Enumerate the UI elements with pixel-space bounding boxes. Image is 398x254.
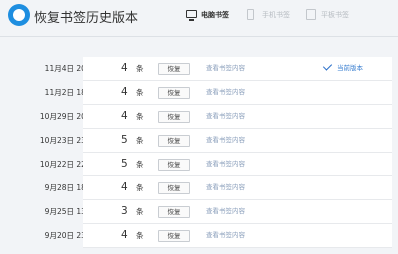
version-card: 4 条 恢复 查看书签内容 [83,80,392,105]
view-bookmarks-link[interactable]: 查看书签内容 [206,176,245,200]
view-bookmarks-link[interactable]: 查看书签内容 [206,200,245,224]
version-row: 10月22日 22:35 5 条 恢复 查看书签内容 [0,152,398,177]
bookmark-count: 4 [121,85,128,98]
tab-computer-bookmarks[interactable]: 电脑书签 [186,8,229,22]
restore-button[interactable]: 恢复 [158,230,190,243]
count-unit: 条 [136,183,144,193]
version-card: 5 条 恢复 查看书签内容 [83,152,392,177]
version-list: 11月4日 20:52 4 条 恢复 查看书签内容 当前版本 11月2日 18:… [0,57,398,249]
bookmark-count: 5 [121,157,128,170]
tablet-icon [306,9,316,20]
count-unit: 条 [136,135,144,145]
version-row: 10月23日 23:11 5 条 恢复 查看书签内容 [0,128,398,153]
bookmark-count: 5 [121,133,128,146]
count-unit: 条 [136,64,144,73]
version-row: 9月25日 13:39 3 条 恢复 查看书签内容 [0,200,398,225]
view-bookmarks-link[interactable]: 查看书签内容 [206,129,245,153]
monitor-icon [186,10,197,21]
view-bookmarks-link[interactable]: 查看书签内容 [206,105,245,129]
count-unit: 条 [136,159,144,169]
version-card: 3 条 恢复 查看书签内容 [83,200,392,225]
bookmark-count: 4 [121,109,128,122]
count-unit: 条 [136,87,144,97]
count-unit: 条 [136,111,144,121]
current-version-label: 当前版本 [337,64,363,72]
restore-button[interactable]: 恢复 [158,206,190,219]
version-row: 11月4日 20:52 4 条 恢复 查看书签内容 当前版本 [0,57,398,81]
version-card: 4 条 恢复 查看书签内容 [83,104,392,129]
version-row: 9月28日 18:36 4 条 恢复 查看书签内容 [0,176,398,201]
version-card: 4 条 恢复 查看书签内容 [83,176,392,201]
bookmark-count: 3 [121,205,128,218]
tab-label: 电脑书签 [201,11,229,19]
phone-icon [247,9,254,20]
bookmark-count: 4 [121,181,128,194]
bookmark-count: 4 [121,229,128,242]
current-version-badge: 当前版本 [322,57,363,81]
version-card: 4 条 恢复 查看书签内容 [83,224,392,249]
restore-button[interactable]: 恢复 [158,86,190,99]
header: 恢复书签历史版本 电脑书签 手机书签 平板书签 [0,0,398,36]
view-bookmarks-link[interactable]: 查看书签内容 [206,153,245,177]
header-divider [0,36,398,37]
version-card: 5 条 恢复 查看书签内容 [83,128,392,153]
view-bookmarks-link[interactable]: 查看书签内容 [206,224,245,248]
bookmark-count: 4 [121,62,128,74]
page-title: 恢复书签历史版本 [34,11,139,26]
tab-phone-bookmarks[interactable]: 手机书签 [247,8,290,22]
view-bookmarks-link[interactable]: 查看书签内容 [206,57,245,81]
restore-button[interactable]: 恢复 [158,63,190,75]
app-logo-icon [8,4,30,26]
tab-tablet-bookmarks[interactable]: 平板书签 [306,8,349,22]
version-row: 9月20日 23:20 4 条 恢复 查看书签内容 [0,224,398,249]
restore-button[interactable]: 恢复 [158,110,190,123]
restore-button[interactable]: 恢复 [158,134,190,147]
version-row: 10月29日 20:28 4 条 恢复 查看书签内容 [0,104,398,129]
count-unit: 条 [136,231,144,241]
version-card: 4 条 恢复 查看书签内容 当前版本 [83,57,392,81]
tab-label: 平板书签 [321,11,349,19]
restore-button[interactable]: 恢复 [158,158,190,171]
count-unit: 条 [136,207,144,217]
version-row: 11月2日 18:28 4 条 恢复 查看书签内容 [0,80,398,105]
checkmark-icon [322,61,333,71]
view-bookmarks-link[interactable]: 查看书签内容 [206,81,245,105]
restore-button[interactable]: 恢复 [158,182,190,195]
tab-label: 手机书签 [262,11,290,19]
